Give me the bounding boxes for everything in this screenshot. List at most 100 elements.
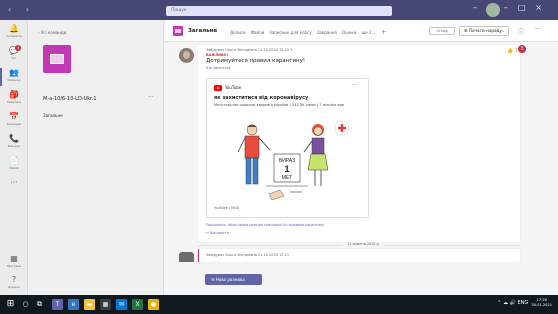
app-rail: 🔔 Активність 3 💬 Чат 👥 Команди 🎒 Завданн… [0,20,28,295]
second-post: Завідувач Ольга Вікторівна 11.10.2020 13… [198,249,520,262]
team-avatar [43,45,71,73]
sign-number: 1 [284,164,289,174]
rail-label: Активність [5,34,23,38]
overview-button[interactable]: Огляд [429,27,455,35]
post-subject: Дотримуйтеся правил карантину! [206,58,306,64]
new-conversation-button[interactable]: ☰ Нова розмова [205,274,262,285]
calendar-icon: 📅 [9,112,19,121]
rail-item-activity[interactable]: 🔔 Активність [0,22,28,44]
post-accent [198,249,199,262]
page-title: Загальне [188,28,218,34]
team-more-button[interactable]: ··· [148,94,154,101]
reply-button[interactable]: ↩ Відповісти [206,231,229,235]
tab-more[interactable]: ще 2 ⌄ [361,30,376,35]
post-subline: Ще зміниться [206,66,231,70]
minimize-button[interactable]: – [504,3,518,12]
tray-icons[interactable]: ⌃ ☁ 🔊 ENG [497,300,528,306]
excel-taskbar-icon[interactable]: X [132,299,143,310]
channel-avatar [173,26,183,36]
meet-button-label: ⊕ Почати нараду [464,28,502,33]
tab-files[interactable]: Файли [251,30,265,35]
rail-label: Команди [7,78,21,82]
card-title[interactable]: як захиститися від коронавірусу [214,95,308,101]
chat-icon: 💬 [9,46,19,55]
post-link[interactable]: Посилання: https://www.youtube.com/watch… [206,223,324,227]
rail-label: Календар [6,122,22,126]
store-taskbar-icon[interactable]: ▦ [100,299,111,310]
sign-unit: МЕТ [282,175,293,181]
chevron-down-icon[interactable]: ⌄ [501,27,505,35]
all-teams-link[interactable]: ‹ Усі команди [38,30,66,35]
clock-date: 30.01.2021 [531,303,552,307]
help-icon: ? [11,275,17,284]
rail-item-apps[interactable]: ▦ Програми [0,252,28,274]
like-reaction[interactable]: 👍 1 [507,48,518,54]
minimize-button-alt[interactable]: – [473,3,477,12]
team-name[interactable]: М-а-10/6-10-LD-Ukr.1 [43,96,97,102]
rail-item-calls[interactable]: 📞 Виклики [0,132,28,154]
tab-grades[interactable]: Оцінки [342,30,357,35]
system-tray: ⌃ ☁ 🔊 ENG 17:26 30.01.2021 [497,298,552,308]
rail-label: Файли [9,166,19,170]
rail-item-more[interactable]: ··· [0,176,28,198]
title-bar: ‹ › Пошук – –□× [0,0,558,20]
clock[interactable]: 17:26 30.01.2021 [531,298,552,308]
rail-label: Чат [11,56,17,60]
channel-header: Загальне Дописи Файли Записник для класу За… [165,20,558,42]
close-button[interactable]: × [535,3,552,12]
youtube-link-card[interactable]: YouTube ··· як захиститися від коронавір… [206,78,369,218]
teams-icon: 👥 [9,68,19,77]
edge-taskbar-icon[interactable]: e [68,299,79,310]
date-separator: 11 жовтня 2020 р. [343,242,384,246]
windows-taskbar: ⊞ ○ ⧉ Te ▬ ▦ ✉ X ● ⌃ ☁ 🔊 ENG 17:26 30.01.2021 [0,295,558,314]
importance-label: ВАЖЛИВО! [206,53,229,57]
rail-item-chat[interactable]: 3 💬 Чат [0,44,28,66]
card-more-button[interactable]: ··· [352,82,358,89]
mail-taskbar-icon[interactable]: ✉ [116,299,127,310]
apps-icon: ▦ [10,254,18,263]
maximize-button[interactable]: □ [518,3,536,12]
task-view-icon[interactable]: ⧉ [34,299,45,310]
card-source-name: YouTube [225,85,242,90]
explorer-taskbar-icon[interactable]: ▬ [84,299,95,310]
team-panel: ‹ Усі команди М-а-10/6-10-LD-Ukr.1 ··· З… [28,20,164,295]
search-input[interactable]: Пошук [166,6,392,16]
channel-general[interactable]: Загальне [43,113,63,118]
card-source: YouTube | MOZ [214,206,239,210]
chrome-taskbar-icon[interactable]: ● [148,299,159,310]
phone-icon: 📞 [9,134,19,143]
post-author: Завідувач Ольга Вікторівна 11.10.2020 12… [206,48,294,52]
video-thumbnail[interactable]: ВИРАЗ 1 МЕТ [214,116,362,202]
announcement-post: Завідувач Ольга Вікторівна 11.10.2020 12… [198,45,526,242]
bell-icon: 🔔 [9,24,19,33]
meet-button[interactable]: ⊕ Почати нараду ⌄ [459,26,509,36]
assignments-icon: 🎒 [9,90,19,99]
rail-label: Завдання [6,100,22,104]
start-icon[interactable]: ⊞ [5,299,16,310]
youtube-icon [214,85,222,91]
tab-assignments[interactable]: Завдання [317,30,337,35]
rail-label: Виклики [7,144,21,148]
header-more-button[interactable]: ··· [535,26,541,33]
avatar[interactable] [486,3,500,17]
more-apps-icon: ··· [10,178,18,187]
unread-badge: 3 [15,45,21,51]
rail-item-assignments[interactable]: 🎒 Завдання [0,88,28,110]
rail-item-teams[interactable]: 👥 Команди [0,66,28,88]
teams-taskbar-icon[interactable]: T [52,299,63,310]
author-avatar[interactable] [179,48,194,63]
window-controls[interactable]: –□× [504,3,552,12]
rail-item-help[interactable]: ? Довідка [0,273,28,295]
add-tab-button[interactable]: + [381,29,386,36]
tab-class-notebook[interactable]: Записник для класу [269,30,311,35]
info-icon[interactable]: ⓘ [518,27,524,36]
rail-item-files[interactable]: 📄 Файли [0,154,28,176]
author-avatar-2[interactable] [179,252,194,262]
conversation-area: Завідувач Ольга Вікторівна 11.10.2020 12… [165,42,558,295]
search-icon[interactable]: ○ [20,299,31,310]
thumbnail-illustration: ВИРАЗ 1 МЕТ [214,116,362,202]
rail-label: Програми [6,264,22,268]
nav-arrows[interactable]: ‹ › [8,5,35,14]
rail-item-calendar[interactable]: 📅 Календар [0,110,28,132]
tab-posts[interactable]: Дописи [230,30,246,35]
